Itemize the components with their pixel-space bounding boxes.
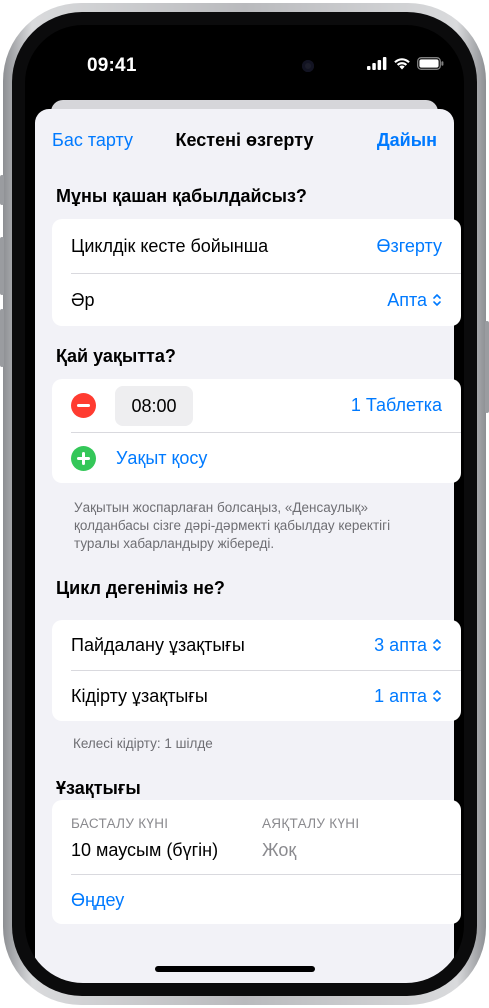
dynamic-island	[175, 48, 315, 86]
volume-down-button	[0, 309, 4, 367]
time-section-title: Қай уақытта?	[56, 346, 176, 366]
frequency-select[interactable]: Апта	[387, 290, 442, 311]
pause-duration-value: 1 апта	[374, 685, 427, 706]
chevron-up-down-icon	[433, 294, 441, 306]
chevron-up-down-icon	[433, 690, 441, 702]
wifi-icon	[394, 58, 410, 70]
usage-duration-select[interactable]: 3 апта	[374, 635, 442, 656]
plus-icon	[77, 452, 90, 465]
time-card: 08:00 1 Таблетка Уақыт қосу	[52, 379, 461, 483]
reminder-footnote: Уақытын жоспарлаған болсаңыз, «Денсаулық…	[74, 500, 391, 551]
phone-bezel: 09:41 Кестені өзгерту Бас тарту Дайын Мұ…	[12, 12, 477, 996]
usage-duration-row[interactable]: Пайдалану ұзақтығы 3 апта	[52, 620, 461, 670]
usage-duration-value: 3 апта	[374, 634, 427, 655]
remove-time-button[interactable]	[71, 393, 96, 418]
end-date-value[interactable]: Жоқ	[262, 840, 296, 861]
frequency-value: Апта	[387, 289, 427, 310]
power-button	[485, 321, 489, 413]
battery-icon	[417, 57, 444, 70]
screen: 09:41 Кестені өзгерту Бас тарту Дайын Мұ…	[25, 25, 464, 983]
add-time-plus-button[interactable]	[71, 446, 96, 471]
phone-frame: 09:41 Кестені өзгерту Бас тарту Дайын Мұ…	[0, 3, 489, 1005]
frequency-row[interactable]: Әр Апта	[52, 274, 461, 326]
add-time-label[interactable]: Уақыт қосу	[116, 448, 207, 469]
schedule-row[interactable]: Циклдік кесте бойынша Өзгерту	[52, 219, 461, 273]
pause-duration-select[interactable]: 1 апта	[374, 686, 442, 707]
start-date-label: БАСТАЛУ КҮНІ	[71, 816, 169, 831]
volume-up-button	[0, 237, 4, 295]
pause-duration-row[interactable]: Кідірту ұзақтығы 1 апта	[52, 671, 461, 721]
action-button	[0, 175, 4, 205]
edit-schedule-sheet: Кестені өзгерту Бас тарту Дайын Мұны қаш…	[35, 109, 461, 983]
cycle-card: Пайдалану ұзақтығы 3 апта Кідірту ұзақты…	[52, 620, 461, 721]
duration-section-title: Ұзақтығы	[56, 778, 141, 798]
row-divider	[71, 874, 461, 875]
done-button[interactable]: Дайын	[377, 130, 437, 151]
usage-duration-label: Пайдалану ұзақтығы	[71, 634, 245, 655]
time-picker[interactable]: 08:00	[115, 386, 193, 426]
pause-duration-label: Кідірту ұзақтығы	[71, 685, 208, 706]
dose-button[interactable]: 1 Таблетка	[351, 395, 442, 416]
when-section-title: Мұны қашан қабылдайсыз?	[56, 186, 307, 206]
duration-card: БАСТАЛУ КҮНІ 10 маусым (бүгін) АЯҚТАЛУ К…	[52, 800, 461, 924]
home-indicator[interactable]	[155, 966, 315, 972]
schedule-card: Циклдік кесте бойынша Өзгерту Әр Апта	[52, 219, 461, 326]
start-date-value[interactable]: 10 маусым (бүгін)	[71, 840, 218, 861]
status-icons	[367, 57, 444, 70]
camera-icon	[302, 60, 314, 72]
cancel-button[interactable]: Бас тарту	[52, 130, 133, 151]
minus-icon	[77, 404, 90, 407]
end-date-label: АЯҚТАЛУ КҮНІ	[262, 816, 360, 831]
every-label: Әр	[71, 289, 95, 310]
next-pause-footnote: Келесі кідірту: 1 шілде	[73, 736, 213, 751]
change-schedule-button[interactable]: Өзгерту	[377, 236, 443, 257]
edit-duration-button[interactable]: Өңдеу	[71, 890, 124, 911]
add-time-row[interactable]: Уақыт қосу	[52, 433, 461, 483]
schedule-label: Циклдік кесте бойынша	[71, 235, 269, 256]
cellular-signal-icon	[367, 57, 387, 70]
cycle-section-title: Цикл дегеніміз не?	[56, 578, 225, 598]
chevron-up-down-icon	[433, 639, 441, 651]
status-time: 09:41	[87, 55, 137, 76]
time-row: 08:00 1 Таблетка	[52, 379, 461, 432]
